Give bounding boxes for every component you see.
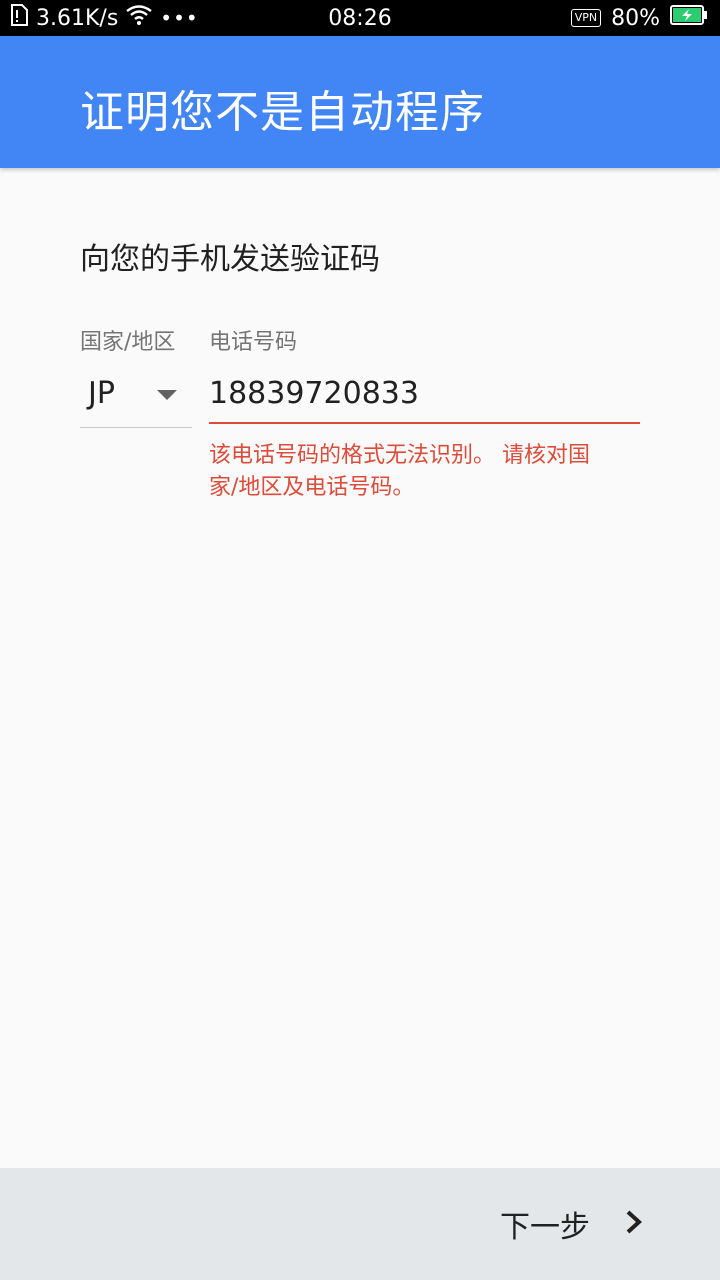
- wifi-icon: [126, 5, 153, 31]
- chevron-right-icon: [624, 1209, 644, 1239]
- battery-charging-icon: [670, 5, 708, 31]
- error-message: 该电话号码的格式无法识别。 请核对国家/地区及电话号码。: [209, 443, 590, 500]
- battery-percent: 80%: [611, 5, 660, 31]
- bottom-bar: 下一步: [0, 1168, 720, 1280]
- status-right: VPN 80%: [570, 0, 708, 36]
- status-left: 3.61K/s •••: [10, 0, 199, 36]
- phone-label: 电话号码: [209, 330, 298, 355]
- form-subtitle: 向您的手机发送验证码: [80, 242, 380, 277]
- clock: 08:26: [328, 5, 392, 31]
- more-notifications-icon: •••: [160, 6, 199, 30]
- country-label: 国家/地区: [80, 330, 176, 355]
- next-button[interactable]: 下一步: [500, 1196, 644, 1252]
- status-bar: 3.61K/s ••• 08:26 VPN 80%: [0, 0, 720, 36]
- chevron-down-icon: [157, 390, 177, 400]
- country-value: JP: [88, 376, 115, 411]
- country-select[interactable]: JP: [80, 364, 192, 428]
- phone-input[interactable]: [209, 364, 640, 424]
- vpn-badge: VPN: [570, 9, 602, 27]
- sim-icon: [10, 4, 28, 32]
- next-label: 下一步: [500, 1210, 590, 1245]
- network-speed: 3.61K/s: [36, 5, 119, 31]
- page-title: 证明您不是自动程序: [80, 87, 485, 138]
- app-bar: 证明您不是自动程序: [0, 36, 720, 168]
